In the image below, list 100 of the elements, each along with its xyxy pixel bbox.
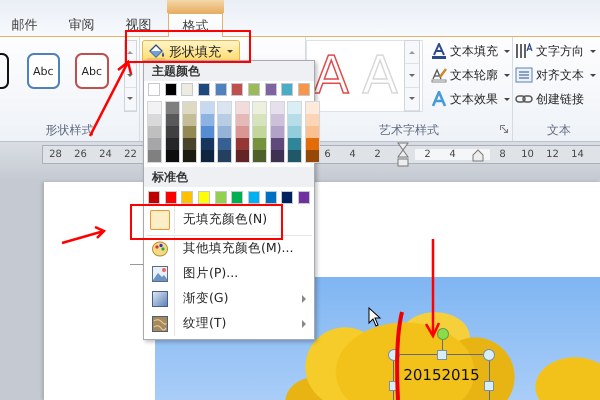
text-direction-icon xyxy=(515,43,533,59)
color-swatch[interactable] xyxy=(214,191,227,204)
color-swatch[interactable] xyxy=(200,114,214,126)
color-swatch[interactable] xyxy=(288,102,301,114)
resize-handle[interactable] xyxy=(484,381,494,391)
color-swatch[interactable] xyxy=(270,102,284,114)
shape-style-thumbnail[interactable]: Abc xyxy=(75,53,109,89)
color-swatch[interactable] xyxy=(236,102,248,114)
color-swatch[interactable] xyxy=(253,114,266,126)
color-swatch[interactable] xyxy=(148,138,161,150)
color-swatch[interactable] xyxy=(288,150,301,162)
color-swatch[interactable] xyxy=(198,83,210,96)
color-swatch[interactable] xyxy=(183,102,196,114)
color-swatch[interactable] xyxy=(148,83,160,96)
color-swatch[interactable] xyxy=(200,126,214,138)
color-swatch[interactable] xyxy=(183,126,196,138)
color-swatch[interactable] xyxy=(281,191,294,204)
menu-item[interactable]: 其他填充颜色(M)... xyxy=(146,235,312,261)
color-swatch[interactable] xyxy=(231,191,244,204)
ruler-number: 2 xyxy=(423,149,432,160)
color-swatch[interactable] xyxy=(236,114,248,126)
color-swatch[interactable] xyxy=(183,138,196,150)
color-swatch[interactable] xyxy=(236,126,248,138)
color-swatch[interactable] xyxy=(148,150,161,162)
ribbon-tab[interactable]: 审阅 xyxy=(54,13,109,36)
color-swatch[interactable] xyxy=(298,191,310,204)
ruler-number: 26 xyxy=(73,149,88,160)
color-swatch[interactable] xyxy=(164,191,177,204)
mouse-cursor-icon xyxy=(368,307,382,327)
text-command-button[interactable]: 文字方向 xyxy=(513,40,598,62)
color-swatch[interactable] xyxy=(306,114,318,126)
color-swatch[interactable] xyxy=(166,114,178,126)
color-swatch[interactable] xyxy=(218,138,231,150)
shape-style-thumbnail[interactable] xyxy=(0,53,9,89)
color-swatch[interactable] xyxy=(253,102,266,114)
color-swatch[interactable] xyxy=(270,126,284,138)
color-swatch[interactable] xyxy=(183,150,196,162)
gallery-scrollbar[interactable] xyxy=(404,40,420,112)
color-swatch[interactable] xyxy=(166,126,178,138)
color-swatch[interactable] xyxy=(306,138,318,150)
color-swatch[interactable] xyxy=(200,150,214,162)
color-swatch[interactable] xyxy=(264,83,277,96)
menu-item[interactable]: 图片(P)... xyxy=(146,261,312,286)
ruler-number: 28 xyxy=(48,149,63,160)
color-swatch[interactable] xyxy=(200,138,214,150)
color-swatch[interactable] xyxy=(218,114,231,126)
color-swatch[interactable] xyxy=(270,150,284,162)
rotation-handle[interactable] xyxy=(437,328,449,340)
color-swatch[interactable] xyxy=(288,114,301,126)
text-command-button[interactable]: 对齐文本 xyxy=(513,64,598,86)
color-swatch[interactable] xyxy=(236,150,248,162)
wordart-command-button[interactable]: 文本轮廓 xyxy=(429,64,512,86)
color-swatch[interactable] xyxy=(248,191,260,204)
menu-item[interactable]: 纹理(T) xyxy=(146,311,312,336)
color-swatch[interactable] xyxy=(181,191,194,204)
color-swatch[interactable] xyxy=(148,191,160,204)
menu-item[interactable]: 渐变(G) xyxy=(146,286,312,311)
wordart-command-button[interactable]: 文本效果 xyxy=(429,88,512,110)
color-swatch[interactable] xyxy=(236,138,248,150)
color-swatch[interactable] xyxy=(148,102,161,114)
color-swatch[interactable] xyxy=(270,138,284,150)
dialog-launcher-icon[interactable] xyxy=(500,125,508,133)
color-swatch[interactable] xyxy=(166,102,178,114)
color-swatch[interactable] xyxy=(288,138,301,150)
ribbon-tab[interactable]: 视图 xyxy=(111,13,166,36)
color-swatch[interactable] xyxy=(306,126,318,138)
color-swatch[interactable] xyxy=(166,138,178,150)
color-swatch[interactable] xyxy=(164,83,177,96)
color-swatch[interactable] xyxy=(253,126,266,138)
color-swatch[interactable] xyxy=(306,150,318,162)
wordart-command-button[interactable]: 文本填充 xyxy=(429,40,512,62)
color-swatch[interactable] xyxy=(148,126,161,138)
color-swatch[interactable] xyxy=(253,138,266,150)
color-swatch[interactable] xyxy=(253,150,266,162)
color-swatch[interactable] xyxy=(288,126,301,138)
color-swatch[interactable] xyxy=(270,114,284,126)
color-swatch[interactable] xyxy=(231,83,244,96)
ruler-number: 8 xyxy=(498,149,507,160)
color-swatch[interactable] xyxy=(181,83,194,96)
color-swatch[interactable] xyxy=(218,150,231,162)
color-swatch[interactable] xyxy=(298,83,310,96)
text-command-button[interactable]: 创建链接 xyxy=(513,88,598,110)
color-swatch[interactable] xyxy=(214,83,227,96)
resize-handle[interactable] xyxy=(437,350,447,360)
right-indent-marker[interactable] xyxy=(472,149,484,163)
color-swatch[interactable] xyxy=(264,191,277,204)
color-swatch[interactable] xyxy=(218,126,231,138)
shape-style-thumbnail[interactable]: Abc xyxy=(26,53,60,89)
color-swatch[interactable] xyxy=(198,191,210,204)
ribbon-tab[interactable]: 邮件 xyxy=(0,13,52,36)
color-swatch[interactable] xyxy=(218,102,231,114)
color-swatch[interactable] xyxy=(281,83,294,96)
color-swatch[interactable] xyxy=(248,83,260,96)
color-swatch[interactable] xyxy=(200,102,214,114)
color-swatch[interactable] xyxy=(183,114,196,126)
menu-item[interactable]: 无填充颜色(N) xyxy=(146,206,312,233)
color-swatch[interactable] xyxy=(306,102,318,114)
resize-handle[interactable] xyxy=(483,349,495,361)
color-swatch[interactable] xyxy=(166,150,178,162)
color-swatch[interactable] xyxy=(148,114,161,126)
